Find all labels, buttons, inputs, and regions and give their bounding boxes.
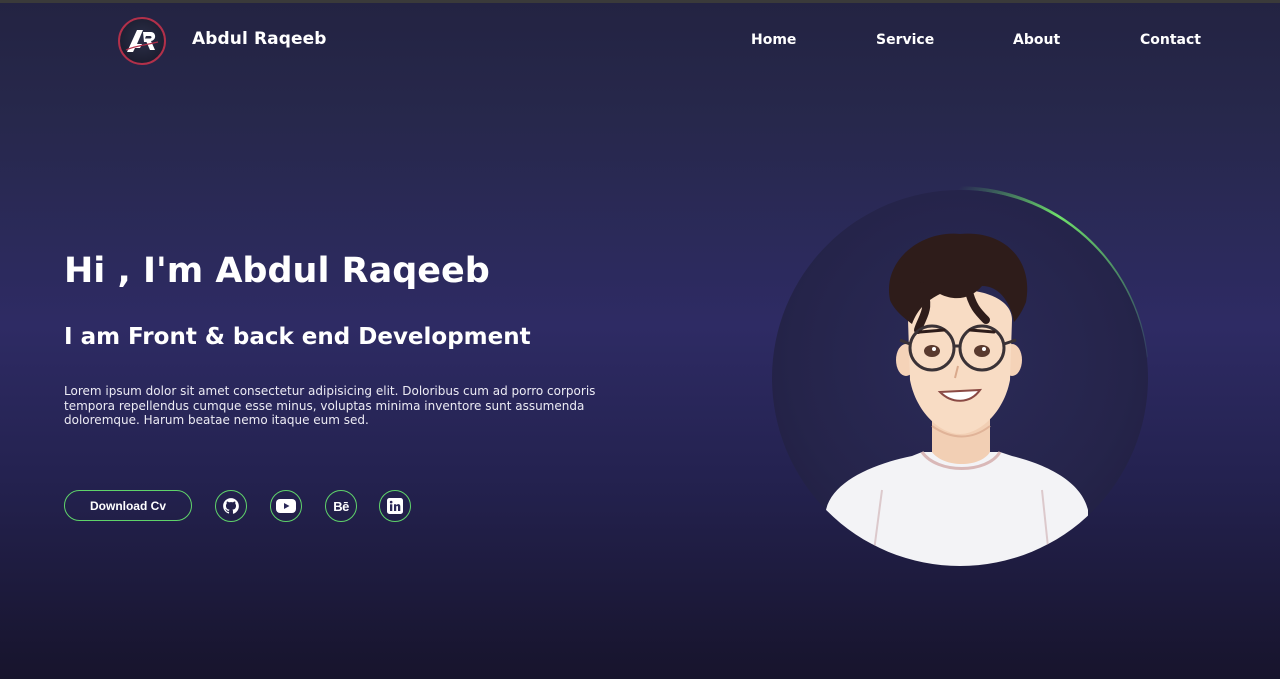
github-glyph [223, 498, 239, 514]
download-cv-button[interactable]: Download Cv [64, 490, 192, 521]
nav-home[interactable]: Home [751, 32, 796, 48]
linkedin-glyph [387, 498, 403, 514]
youtube-icon[interactable] [270, 490, 302, 522]
behance-icon[interactable]: Bē [325, 490, 357, 522]
nav-service[interactable]: Service [876, 32, 934, 48]
avatar-illustration [772, 190, 1148, 566]
logo-icon[interactable] [118, 17, 166, 65]
behance-label: Bē [333, 498, 349, 514]
logo-mark [125, 30, 159, 52]
hero-title: Hi , I'm Abdul Raqeeb [64, 251, 490, 291]
brand-name[interactable]: Abdul Raqeeb [192, 29, 327, 49]
hero-description: Lorem ipsum dolor sit amet consectetur a… [64, 384, 596, 427]
youtube-glyph [276, 499, 296, 513]
hero-subtitle: I am Front & back end Development [64, 324, 531, 350]
nav-about[interactable]: About [1013, 32, 1060, 48]
nav-contact[interactable]: Contact [1140, 32, 1201, 48]
avatar-drawing [826, 233, 1088, 566]
github-icon[interactable] [215, 490, 247, 522]
top-border [0, 0, 1280, 3]
linkedin-icon[interactable] [379, 490, 411, 522]
